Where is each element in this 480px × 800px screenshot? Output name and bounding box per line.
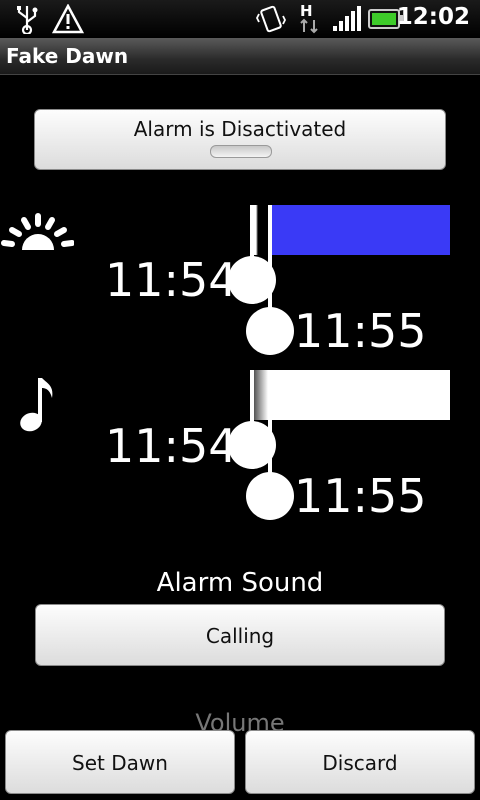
alarm-toggle-indicator bbox=[210, 145, 272, 158]
light-duration-bar bbox=[250, 205, 450, 255]
app-title: Fake Dawn bbox=[6, 44, 129, 68]
status-time: 12:02 bbox=[396, 4, 470, 30]
light-end-time: 11:55 bbox=[294, 304, 427, 358]
vibrate-icon bbox=[256, 5, 286, 33]
usb-icon bbox=[17, 6, 38, 34]
warning-icon bbox=[52, 4, 84, 34]
alarm-toggle-button[interactable]: Alarm is Disactivated bbox=[34, 109, 446, 170]
hspa-data-icon: H bbox=[300, 2, 320, 36]
signal-icon bbox=[333, 6, 361, 31]
sound-end-handle[interactable] bbox=[246, 472, 294, 520]
app-title-bar: Fake Dawn bbox=[0, 38, 480, 75]
music-note-icon bbox=[20, 378, 53, 432]
discard-button[interactable]: Discard bbox=[245, 730, 475, 794]
sound-duration-bar bbox=[250, 370, 450, 420]
alarm-sound-selector[interactable]: Calling bbox=[35, 604, 445, 666]
set-dawn-button[interactable]: Set Dawn bbox=[5, 730, 235, 794]
sound-end-time: 11:55 bbox=[294, 469, 427, 523]
network-type-label: H bbox=[300, 2, 313, 20]
alarm-sound-heading: Alarm Sound bbox=[156, 568, 324, 598]
sunrise-icon bbox=[1, 213, 74, 250]
alarm-toggle-label: Alarm is Disactivated bbox=[133, 117, 347, 141]
light-end-handle[interactable] bbox=[246, 307, 294, 355]
sound-start-time: 11:54 bbox=[105, 419, 238, 473]
status-bar: H 12:02 bbox=[0, 0, 480, 38]
light-start-time: 11:54 bbox=[105, 253, 238, 307]
